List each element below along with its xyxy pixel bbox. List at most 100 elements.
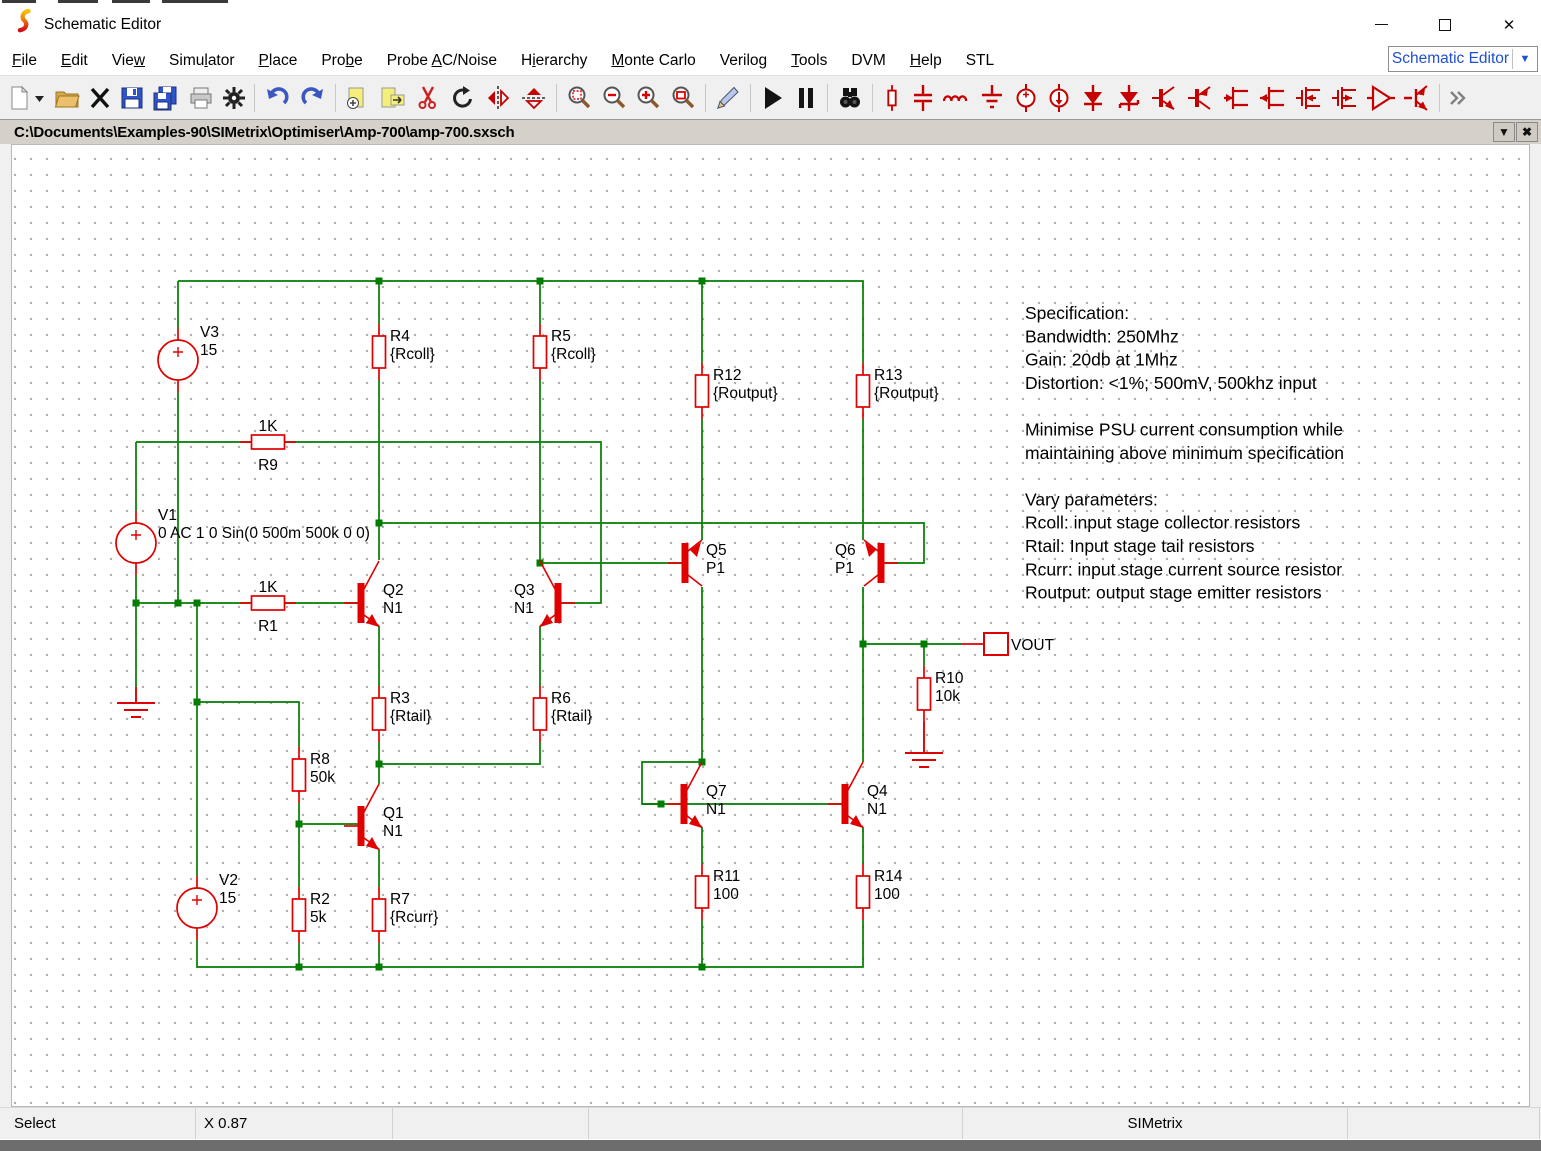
transistor-Q6[interactable]: Q6P1 <box>835 540 898 586</box>
resistor-R14[interactable]: R14100 <box>857 864 903 920</box>
current-source-icon[interactable] <box>1043 81 1075 115</box>
folder-open-icon[interactable] <box>50 81 84 115</box>
transistor-Q3[interactable]: Q3N1 <box>514 561 575 627</box>
resistor-R13[interactable]: R13{Routput} <box>857 363 939 419</box>
chevron-down-icon[interactable]: ▼ <box>1513 53 1537 65</box>
menu-view[interactable]: View <box>100 49 157 73</box>
voltage-source-icon[interactable] <box>1009 81 1043 115</box>
zoom-out-icon[interactable] <box>597 81 631 115</box>
more-chevron-icon[interactable] <box>1444 81 1472 115</box>
capacitor-icon[interactable] <box>907 81 939 115</box>
diode-icon[interactable] <box>1075 81 1111 115</box>
pathbar-close-button[interactable]: ✖ <box>1516 122 1538 142</box>
minimize-button[interactable] <box>1349 3 1413 46</box>
find-binoculars-icon[interactable] <box>832 81 868 115</box>
zoom-extents-icon[interactable] <box>665 81 701 115</box>
resistor-R6[interactable]: R6{Rtail} <box>534 686 593 742</box>
resistor-R2[interactable]: R25k <box>293 887 330 943</box>
menu-dvm[interactable]: DVM <box>839 49 897 73</box>
resistor-R10[interactable]: R1010k <box>918 666 964 722</box>
print-icon[interactable] <box>184 81 218 115</box>
transistor-Q7[interactable]: Q7N1 <box>667 762 727 828</box>
menu-probe-ac-noise[interactable]: Probe AC/Noise <box>375 49 509 73</box>
resistor-icon[interactable] <box>877 81 907 115</box>
voltage-source-V3[interactable]: V315 <box>158 324 219 392</box>
buffer-icon[interactable] <box>1363 81 1399 115</box>
inductor-icon[interactable] <box>939 81 975 115</box>
ground-icon[interactable] <box>975 81 1009 115</box>
menu-file[interactable]: File <box>0 49 49 73</box>
resistor-R3[interactable]: R3{Rtail} <box>373 686 432 742</box>
settings-gear-icon[interactable] <box>218 81 250 115</box>
close-button[interactable]: ✕ <box>1477 3 1541 46</box>
resistor-R4[interactable]: R4{Rcoll} <box>373 324 435 380</box>
mosfet-p-icon[interactable] <box>1327 81 1363 115</box>
jfet-p-icon[interactable] <box>1255 81 1291 115</box>
editor-mode-combobox[interactable]: Schematic Editor ▼ <box>1388 46 1538 72</box>
rotate-icon[interactable] <box>446 81 480 115</box>
menu-stl[interactable]: STL <box>954 49 1006 73</box>
save-all-icon[interactable] <box>148 81 184 115</box>
undo-icon[interactable] <box>259 81 295 115</box>
maximize-button[interactable] <box>1413 3 1477 46</box>
diode-alt-icon[interactable] <box>1111 81 1147 115</box>
resistor-R9[interactable]: 1KR9 <box>240 418 296 474</box>
svg-text:Rtail: Input stage tail resist: Rtail: Input stage tail resistors <box>1025 536 1255 556</box>
svg-text:Bandwidth: 250Mhz: Bandwidth: 250Mhz <box>1025 326 1179 346</box>
schematic-drawing[interactable]: R4{Rcoll} R5{Rcoll} R12{Routput} R13{Routpu… <box>12 145 1531 1108</box>
new-sheet-icon[interactable] <box>340 81 374 115</box>
mirror-horizontal-icon[interactable] <box>516 81 552 115</box>
resistor-R11[interactable]: R11100 <box>696 864 741 920</box>
ground-symbol[interactable] <box>117 687 155 717</box>
wire[interactable] <box>178 281 863 363</box>
mirror-vertical-icon[interactable] <box>480 81 516 115</box>
wire[interactable] <box>197 603 299 747</box>
pause-icon[interactable] <box>789 81 823 115</box>
run-icon[interactable] <box>755 81 789 115</box>
save-icon[interactable] <box>116 81 148 115</box>
status-empty <box>589 1108 963 1139</box>
pathbar-collapse-button[interactable]: ▼ <box>1493 122 1515 142</box>
resistor-R5[interactable]: R5{Rcoll} <box>534 324 596 380</box>
redo-icon[interactable] <box>295 81 331 115</box>
menu-place[interactable]: Place <box>247 49 310 73</box>
resistor-R8[interactable]: R850k <box>293 747 336 803</box>
menu-tools[interactable]: Tools <box>779 49 839 73</box>
menu-help[interactable]: Help <box>898 49 954 73</box>
menu-probe[interactable]: Probe <box>309 49 374 73</box>
resistor-R7[interactable]: R7{Rcurr} <box>373 887 439 943</box>
wire-junction <box>699 278 706 285</box>
voltage-source-V1[interactable]: V10 AC 1 0 Sin(0 500m 500k 0 0) <box>116 507 370 575</box>
terminal-vout[interactable]: VOUT <box>961 633 1055 655</box>
menu-hierarchy[interactable]: Hierarchy <box>509 49 599 73</box>
menu-edit[interactable]: Edit <box>49 49 100 73</box>
zoom-select-icon[interactable] <box>561 81 597 115</box>
transistor-Q1[interactable]: Q1N1 <box>344 784 404 850</box>
cut-icon[interactable] <box>410 81 446 115</box>
transistor-Q5[interactable]: Q5P1 <box>668 540 727 586</box>
wire-pencil-icon[interactable] <box>710 81 746 115</box>
wire[interactable] <box>642 762 702 804</box>
bjt-array-icon[interactable] <box>1399 81 1435 115</box>
bjt-npn-icon[interactable] <box>1147 81 1183 115</box>
bjt-pnp-icon[interactable] <box>1183 81 1219 115</box>
wire[interactable] <box>379 742 540 764</box>
jfet-n-icon[interactable] <box>1219 81 1255 115</box>
svg-text:Q7: Q7 <box>706 783 727 800</box>
transistor-Q2[interactable]: Q2N1 <box>344 561 404 627</box>
schematic-canvas[interactable]: R4{Rcoll} R5{Rcoll} R12{Routput} R13{Routpu… <box>11 144 1530 1107</box>
resistor-R1[interactable]: 1KR1 <box>240 579 296 635</box>
resistor-R12[interactable]: R12{Routput} <box>696 363 778 419</box>
file-path: C:\Documents\Examples-90\SIMetrix\Optimi… <box>14 124 515 141</box>
ground-symbol[interactable] <box>905 722 943 767</box>
zoom-in-icon[interactable] <box>631 81 665 115</box>
export-sheet-icon[interactable] <box>374 81 410 115</box>
menu-monte-carlo[interactable]: Monte Carlo <box>599 49 707 73</box>
voltage-source-V2[interactable]: V215 <box>177 872 238 940</box>
menu-verilog[interactable]: Verilog <box>708 49 779 73</box>
transistor-Q4[interactable]: Q4N1 <box>828 762 888 828</box>
mosfet-n-icon[interactable] <box>1291 81 1327 115</box>
menu-simulator[interactable]: Simulator <box>157 49 247 73</box>
doc-new-icon[interactable] <box>4 81 50 115</box>
close-x-icon[interactable] <box>84 81 116 115</box>
